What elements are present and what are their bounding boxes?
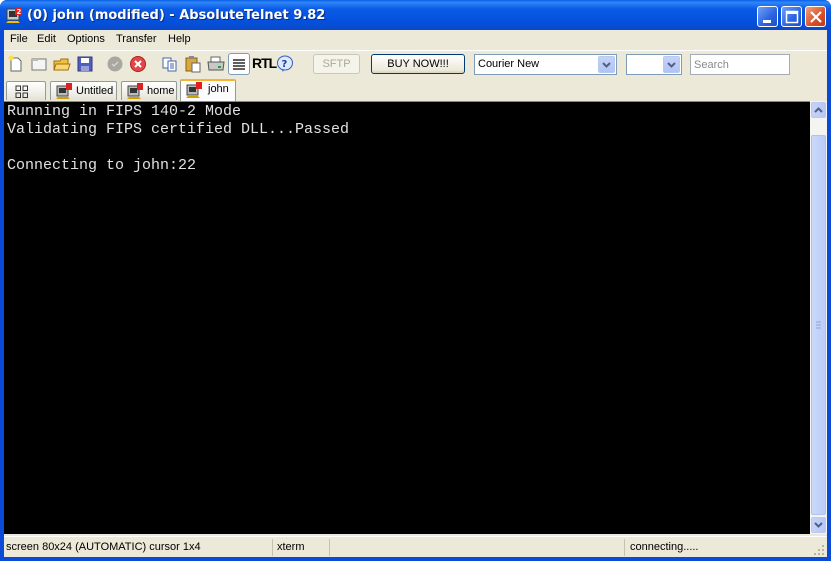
tab-john[interactable]: john xyxy=(180,79,236,101)
status-emulation-text: xterm xyxy=(277,541,305,553)
maximize-icon xyxy=(785,10,799,24)
status-emulation: xterm xyxy=(276,539,330,556)
search-input[interactable] xyxy=(691,55,789,74)
vertical-scrollbar[interactable] xyxy=(810,101,827,534)
grid-icon xyxy=(15,85,28,98)
session-icon xyxy=(56,83,72,99)
status-connection: connecting..... xyxy=(628,539,814,556)
close-icon xyxy=(810,11,822,23)
status-bar: screen 80x24 (AUTOMATIC) cursor 1x4 xter… xyxy=(4,536,827,557)
save-icon[interactable] xyxy=(75,54,95,74)
window-title: (0) john (modified) - AbsoluteTelnet 9.8… xyxy=(27,8,326,23)
print-icon[interactable] xyxy=(206,54,226,74)
help-icon[interactable]: ? xyxy=(275,54,295,74)
menu-transfer[interactable]: Transfer xyxy=(116,33,157,45)
terminal-line: Running in FIPS 140-2 Mode xyxy=(7,103,242,120)
status-middle xyxy=(333,539,625,556)
tab-label: Untitled xyxy=(76,85,114,97)
tab-untitled[interactable]: Untitled xyxy=(50,81,117,100)
session-icon xyxy=(186,82,202,98)
close-button[interactable] xyxy=(805,6,826,27)
open-folder-icon[interactable] xyxy=(52,54,72,74)
terminal-line: Validating FIPS certified DLL...Passed xyxy=(7,121,350,138)
font-select[interactable]: Courier New xyxy=(474,54,617,75)
app-window: 2 (0) john (modified) - AbsoluteTelnet 9… xyxy=(0,0,831,561)
menu-options[interactable]: Options xyxy=(67,33,105,45)
menu-edit[interactable]: Edit xyxy=(37,33,56,45)
minimize-button[interactable] xyxy=(757,6,778,27)
buy-now-button[interactable]: BUY NOW!!! xyxy=(371,54,465,74)
new-window-icon[interactable] xyxy=(29,54,49,74)
status-screen-text: screen 80x24 (AUTOMATIC) cursor 1x4 xyxy=(6,541,201,553)
menu-bar: File Edit Options Transfer Help xyxy=(4,30,827,49)
scroll-down-button[interactable] xyxy=(811,517,826,533)
title-bar[interactable]: 2 (0) john (modified) - AbsoluteTelnet 9… xyxy=(0,0,831,30)
tab-home[interactable]: home xyxy=(121,81,177,100)
scroll-thumb[interactable] xyxy=(811,135,826,515)
session-icon xyxy=(127,83,143,99)
search-field[interactable] xyxy=(690,54,790,75)
chevron-up-icon xyxy=(814,107,823,113)
copy-icon[interactable] xyxy=(160,54,180,74)
tab-overview[interactable] xyxy=(6,81,46,100)
terminal-screen[interactable]: Running in FIPS 140-2 Mode Validating FI… xyxy=(4,101,810,534)
scroll-up-button[interactable] xyxy=(811,102,826,118)
chevron-down-icon xyxy=(814,522,823,528)
menu-help[interactable]: Help xyxy=(168,33,191,45)
connect-icon[interactable] xyxy=(105,54,125,74)
rtl-icon[interactable]: RTL xyxy=(252,55,277,75)
status-connection-text: connecting..... xyxy=(630,541,699,553)
session-tabs: Untitled home john xyxy=(4,79,827,101)
wrap-text-icon[interactable] xyxy=(228,53,250,75)
disconnect-icon[interactable] xyxy=(128,54,148,74)
app-icon[interactable]: 2 xyxy=(6,7,23,24)
minimize-icon xyxy=(763,20,771,23)
toolbar: RTL ? SFTP BUY NOW!!! Courier New xyxy=(4,50,827,77)
menu-file[interactable]: File xyxy=(10,33,28,45)
terminal-line: Connecting to john:22 xyxy=(7,157,197,174)
resize-grip-icon[interactable] xyxy=(813,544,825,556)
new-file-icon[interactable] xyxy=(6,54,26,74)
chevron-down-icon[interactable] xyxy=(598,56,615,73)
tab-label: john xyxy=(208,83,229,95)
client-area: File Edit Options Transfer Help RTL ? SF… xyxy=(4,30,827,557)
maximize-button[interactable] xyxy=(781,6,802,27)
paste-icon[interactable] xyxy=(183,54,203,74)
status-screen: screen 80x24 (AUTOMATIC) cursor 1x4 xyxy=(4,539,273,556)
tab-label: home xyxy=(147,85,175,97)
sftp-button[interactable]: SFTP xyxy=(313,54,360,74)
svg-text:2: 2 xyxy=(17,8,22,16)
chevron-down-icon[interactable] xyxy=(663,56,680,73)
font-size-select[interactable] xyxy=(626,54,682,75)
svg-text:?: ? xyxy=(282,59,288,70)
grip-icon xyxy=(816,321,821,329)
font-select-value: Courier New xyxy=(478,58,540,70)
